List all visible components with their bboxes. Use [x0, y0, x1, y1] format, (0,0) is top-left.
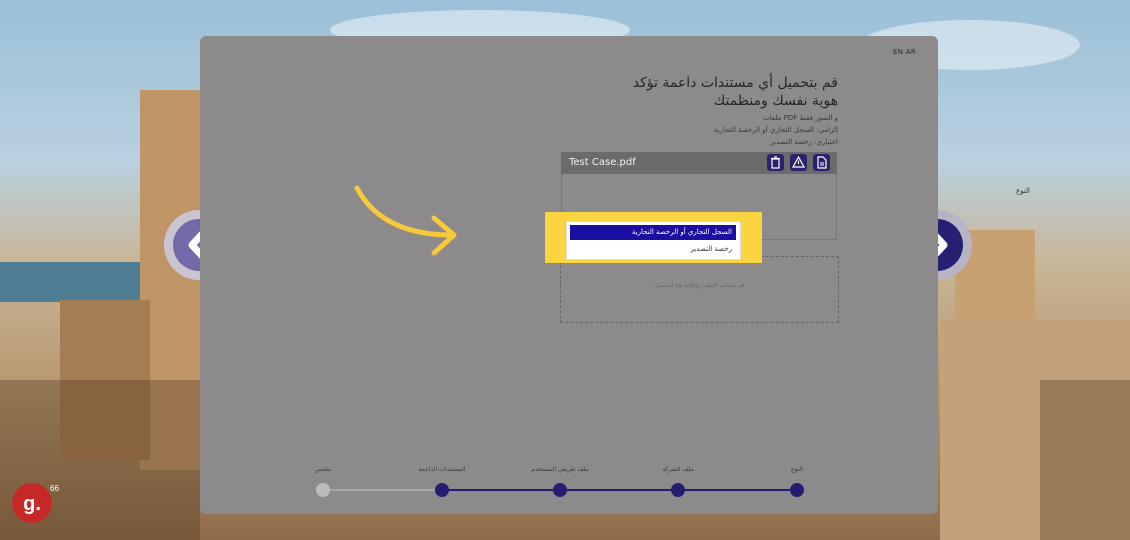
hint-formats: و الصور فقط PDF ملفات [763, 114, 838, 122]
svg-text:66: 66 [50, 484, 59, 493]
uploaded-file-bar: Test Case.pdf [561, 152, 837, 174]
step-label-type: النوع [791, 466, 803, 473]
view-document-button[interactable] [813, 154, 830, 171]
step-supporting-documents[interactable] [435, 483, 449, 497]
step-company-profile[interactable] [671, 483, 685, 497]
file-name: Test Case.pdf [569, 157, 636, 168]
dropdown-option-export-license[interactable]: رخصة التصدير [570, 243, 736, 255]
delete-file-button[interactable] [767, 154, 784, 171]
step-type[interactable] [790, 483, 804, 497]
warning-icon [791, 155, 806, 168]
warning-button[interactable] [790, 154, 807, 171]
step-label-summary: ملخص [314, 466, 332, 473]
dropdown-option-commercial-register[interactable]: السجل التجاري أو الرخصة التجارية [570, 225, 736, 240]
document-icon [817, 156, 827, 169]
document-type-dropdown[interactable]: السجل التجاري أو الرخصة التجارية رخصة ال… [566, 221, 741, 260]
step-label-supporting-documents: المستندات الداعمة [418, 466, 466, 473]
type-label: النوع [1016, 187, 1030, 195]
hint-optional: اختياري: رخصة التصدير [770, 138, 838, 146]
trash-icon [771, 156, 780, 169]
title-line-2: هوية نفسك ومنظمتك [713, 93, 838, 109]
file-drop-zone[interactable]: قم بسحب الملف وإفلاته هنا للتحميل [560, 256, 839, 323]
step-summary[interactable] [316, 483, 330, 497]
title-line-1: قم بتحميل أي مستندات داعمة تؤكد [632, 75, 838, 91]
upload-title: قم بتحميل أي مستندات داعمة تؤكد هوية نفس… [538, 74, 838, 110]
svg-text:g.: g. [23, 493, 41, 515]
step-user-profile[interactable] [553, 483, 567, 497]
language-switch[interactable]: EN AR [893, 48, 916, 56]
step-label-company-profile: ملف الشركة [662, 466, 694, 473]
hint-required: إلزامي: السجل التجاري أو الرخصة التجارية [713, 126, 838, 134]
step-label-user-profile: ملف تعريفي المستخدم [531, 466, 589, 473]
curved-arrow-icon [354, 185, 457, 256]
drop-zone-text: قم بسحب الملف وإفلاته هنا للتحميل [654, 282, 745, 289]
app-logo: g. 66 [8, 473, 64, 529]
